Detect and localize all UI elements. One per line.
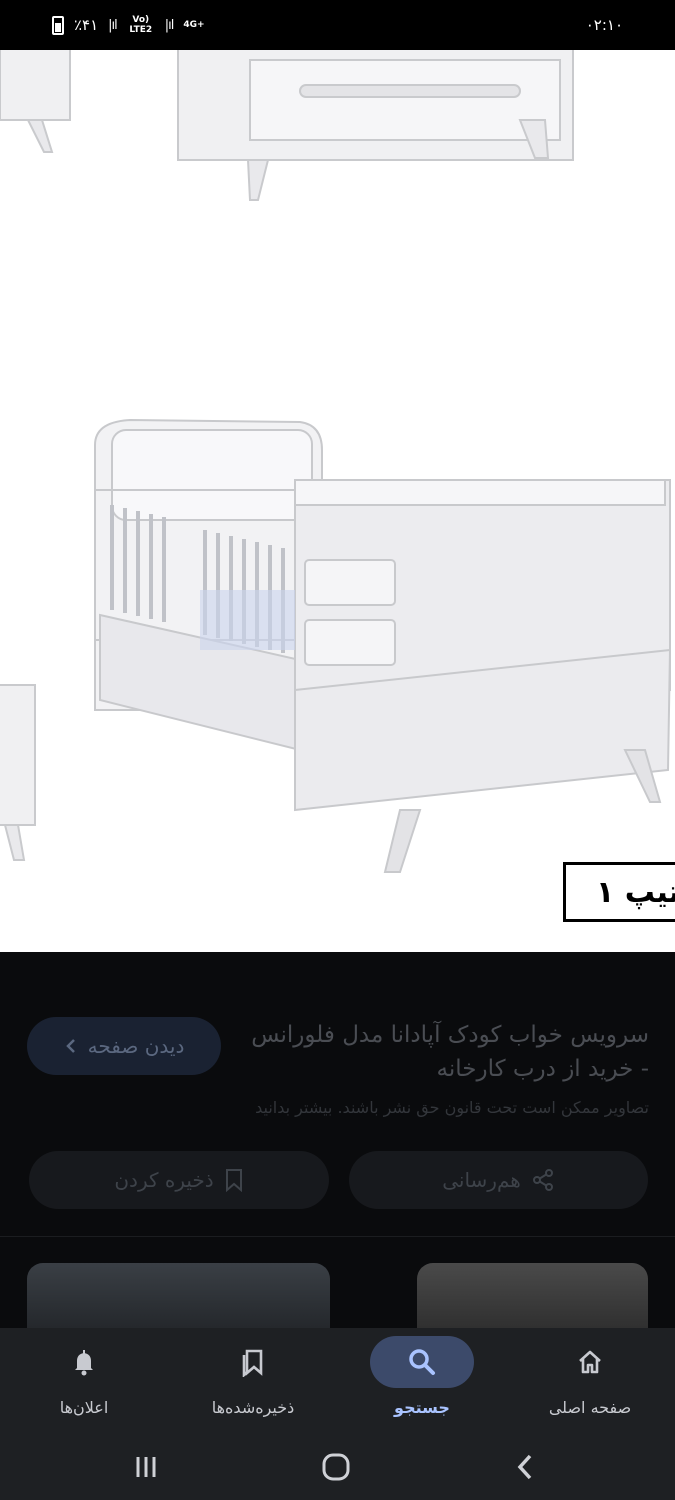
share-icon: [532, 1169, 553, 1191]
save-label: ذخیره کردن: [114, 1168, 214, 1192]
bell-icon: [75, 1350, 93, 1376]
recent-apps-icon: [136, 1457, 156, 1477]
signal-icon-2: |ıl: [164, 17, 175, 33]
battery-percent: ٪۴۱: [74, 16, 99, 34]
home-icon: [579, 1350, 601, 1374]
home-button[interactable]: [316, 1447, 356, 1487]
nav-saved-label: ذخیره‌شده‌ها: [211, 1398, 295, 1417]
result-image[interactable]: تیپ ۱: [0, 50, 675, 952]
save-button[interactable]: ذخیره کردن: [29, 1151, 329, 1209]
nav-search-pill: [370, 1336, 474, 1388]
copyright-note[interactable]: تصاویر ممکن است تحت قانون حق نشر باشند. …: [149, 1098, 649, 1117]
nav-notifications[interactable]: اعلان‌ها: [0, 1328, 168, 1433]
related-image-thumbnail[interactable]: [27, 1263, 330, 1333]
status-indicators: ٪۴۱ |ıl Vo) LTE2 |ıl 4G+: [52, 15, 205, 35]
search-icon: [409, 1349, 435, 1375]
nav-search-label: جستجو: [394, 1398, 450, 1417]
chevron-left-icon: [65, 1039, 75, 1053]
related-image-thumbnail-2[interactable]: [417, 1263, 648, 1333]
nav-home-pill: [538, 1336, 642, 1388]
nav-home[interactable]: صفحه اصلی: [506, 1328, 674, 1433]
signal-icon: |ıl: [108, 17, 118, 33]
bookmark-icon: [225, 1169, 242, 1192]
share-button[interactable]: هم‌رسانی: [349, 1151, 648, 1209]
divider: [0, 1236, 675, 1237]
battery-icon: [52, 15, 64, 35]
nav-saved-pill: [201, 1336, 305, 1388]
visit-page-label: دیدن صفحه: [87, 1034, 185, 1058]
system-navigation-bar: [0, 1433, 675, 1500]
caption-box: تیپ ۱: [563, 862, 675, 922]
lte-indicator: Vo) LTE2: [129, 15, 153, 35]
back-chevron-icon: [517, 1454, 532, 1480]
recent-apps-button[interactable]: [126, 1447, 166, 1487]
home-circle-icon: [322, 1453, 350, 1481]
bottom-navigation: صفحه اصلی جستجو ذخیره‌شده‌ها اعلان‌: [0, 1328, 675, 1433]
network-type: 4G+: [183, 20, 205, 30]
nav-notifications-label: اعلان‌ها: [59, 1398, 109, 1417]
clock: ۰۲:۱۰: [585, 16, 623, 34]
nav-search[interactable]: جستجو: [338, 1328, 506, 1433]
visit-page-button[interactable]: دیدن صفحه: [27, 1017, 221, 1075]
bookmarks-icon: [242, 1349, 263, 1377]
nav-home-label: صفحه اصلی: [548, 1398, 632, 1417]
crib-illustration: [0, 50, 672, 873]
result-title[interactable]: سرویس خواب کودک آپادانا مدل فلورانس - خر…: [249, 1018, 649, 1086]
back-button[interactable]: [505, 1447, 545, 1487]
status-bar: ٪۴۱ |ıl Vo) LTE2 |ıl 4G+ ۰۲:۱۰: [0, 0, 675, 50]
share-label: هم‌رسانی: [442, 1168, 521, 1192]
nav-notifications-pill: [32, 1336, 136, 1388]
nav-saved[interactable]: ذخیره‌شده‌ها: [169, 1328, 337, 1433]
